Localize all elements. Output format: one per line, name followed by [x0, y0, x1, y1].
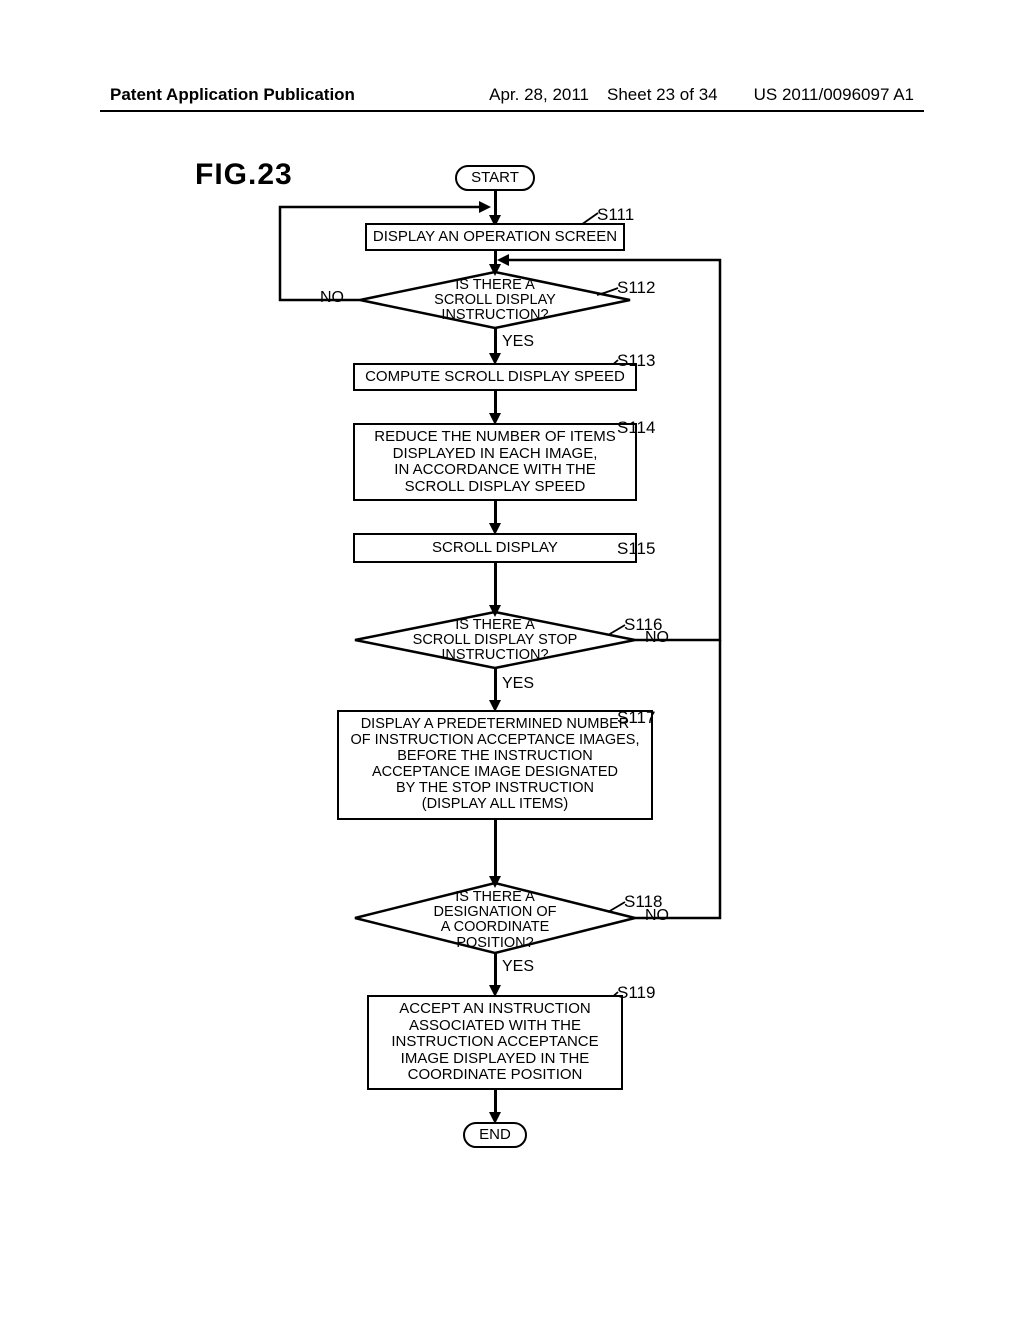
label-s117: S117 — [617, 708, 655, 728]
s116-text: IS THERE A SCROLL DISPLAY STOP INSTRUCTI… — [413, 618, 578, 664]
step-s117: DISPLAY A PREDETERMINED NUMBER OF INSTRU… — [337, 710, 653, 820]
header-pubno: US 2011/0096097 A1 — [754, 85, 914, 105]
s116-no: NO — [645, 629, 669, 647]
s113-text: COMPUTE SCROLL DISPLAY SPEED — [365, 369, 625, 386]
page-header: Patent Application Publication Apr. 28, … — [0, 85, 1024, 105]
decision-s116: IS THERE A SCROLL DISPLAY STOP INSTRUCTI… — [393, 618, 597, 664]
label-s114: S114 — [617, 418, 655, 438]
label-s115: S115 — [617, 539, 655, 559]
header-sheet: Sheet 23 of 34 — [607, 85, 718, 105]
step-s115: SCROLL DISPLAY — [353, 533, 637, 563]
start-text: START — [471, 170, 519, 187]
s118-text: IS THERE A DESIGNATION OF A COORDINATE P… — [434, 890, 557, 951]
label-s119: S119 — [617, 983, 655, 1003]
end-text: END — [479, 1127, 511, 1144]
s117-text: DISPLAY A PREDETERMINED NUMBER OF INSTRU… — [351, 717, 640, 813]
s111-text: DISPLAY AN OPERATION SCREEN — [373, 229, 617, 246]
step-s111: DISPLAY AN OPERATION SCREEN — [365, 223, 625, 251]
s118-yes: YES — [502, 958, 534, 976]
label-s112: S112 — [617, 278, 655, 298]
header-left: Patent Application Publication — [110, 85, 355, 105]
s118-no: NO — [645, 907, 669, 925]
s112-yes: YES — [502, 333, 534, 351]
s119-text: ACCEPT AN INSTRUCTION ASSOCIATED WITH TH… — [391, 1001, 598, 1084]
s112-no: NO — [320, 289, 344, 307]
s114-text: REDUCE THE NUMBER OF ITEMS DISPLAYED IN … — [374, 429, 615, 495]
s115-text: SCROLL DISPLAY — [432, 540, 558, 557]
header-rule — [100, 110, 924, 112]
decision-s118: IS THERE A DESIGNATION OF A COORDINATE P… — [410, 890, 580, 951]
terminator-start: START — [455, 165, 535, 191]
step-s113: COMPUTE SCROLL DISPLAY SPEED — [353, 363, 637, 391]
label-s111: S111 — [597, 205, 634, 225]
s112-text: IS THERE A SCROLL DISPLAY INSTRUCTION? — [434, 278, 556, 324]
decision-s112: IS THERE A SCROLL DISPLAY INSTRUCTION? — [405, 278, 585, 324]
header-date: Apr. 28, 2011 — [489, 85, 589, 105]
label-s113: S113 — [617, 351, 655, 371]
step-s114: REDUCE THE NUMBER OF ITEMS DISPLAYED IN … — [353, 423, 637, 501]
s116-yes: YES — [502, 675, 534, 693]
terminator-end: END — [463, 1122, 527, 1148]
step-s119: ACCEPT AN INSTRUCTION ASSOCIATED WITH TH… — [367, 995, 623, 1090]
